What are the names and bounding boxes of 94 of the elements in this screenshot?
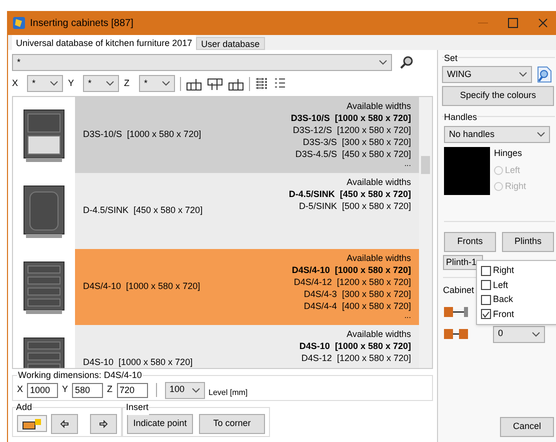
chevron-down-icon — [379, 60, 387, 65]
cabinet-gap-icon — [443, 328, 469, 340]
width-option: D-5/SINK [500 x 580 x 720] — [298, 200, 411, 212]
cancel-button[interactable]: Cancel — [500, 417, 554, 437]
more-text: ... — [404, 312, 411, 320]
arrow-left-icon — [60, 420, 69, 428]
chevron-down-icon — [106, 81, 114, 86]
list-row[interactable]: D3S-10/S [1000 x 580 x 720] Available widths D3S-10/S [1000 x 580 x 720] D3S-12/S [1200 x 580 x 720] D3S-3/S [300 x 580 x 720] D3S-4.5/S [450 x 580 x 720] ... — [75, 97, 419, 173]
hinges-label: Hinges — [494, 147, 524, 160]
chevron-down-icon — [537, 132, 545, 137]
list-row[interactable]: D4S-10 [1000 x 580 x 720] Available widths D4S-10 [1000 x 580 x 720] D4S-12 [1200 x 580 x 720] — [75, 325, 419, 368]
handle-preview — [444, 147, 490, 195]
level-label: Level [mm] — [208, 386, 248, 398]
width-option: D4S/4-12 [1200 x 580 x 720] — [294, 276, 411, 288]
cabinet-side-icon — [443, 306, 469, 318]
cabinet-dropdown[interactable]: 0 — [493, 326, 545, 342]
widths-heading: Available widths — [346, 328, 411, 340]
panel-button[interactable]: Fronts — [444, 232, 496, 252]
menu-item[interactable]: Front — [481, 308, 556, 321]
widths-heading: Available widths — [346, 100, 411, 112]
axis-label: Z — [124, 76, 130, 90]
insert-button[interactable]: Indicate point — [127, 414, 193, 434]
chevron-down-icon — [532, 332, 540, 336]
layout-view-icon[interactable] — [228, 76, 244, 90]
maximize-icon[interactable] — [508, 18, 518, 28]
radio-label: Left — [505, 164, 520, 176]
layout-view-icon[interactable] — [207, 76, 223, 90]
chevron-down-icon — [192, 388, 200, 392]
axis-label: X — [12, 76, 20, 90]
filter-dropdown[interactable]: * — [12, 54, 392, 71]
width-option: D4S/4-4 [400 x 580 x 720] — [304, 300, 411, 312]
axis-label: Y — [68, 76, 76, 90]
panel-button[interactable]: Plinths — [502, 232, 554, 252]
scrollbar[interactable] — [419, 97, 432, 368]
checkbox[interactable] — [481, 309, 491, 320]
group-title: Working dimensions: D4S/4-10 — [17, 369, 143, 382]
width-option: D-4.5/SINK [450 x 580 x 720] — [288, 188, 411, 200]
level-dropdown[interactable]: 100 — [164, 382, 205, 398]
width-option: D4S-10 [1000 x 580 x 720] — [299, 340, 411, 352]
add-cabinet-button[interactable] — [17, 415, 47, 432]
arrow-left-button[interactable] — [51, 414, 78, 434]
handles-dropdown[interactable]: No handles — [444, 126, 550, 143]
chevron-down-icon — [519, 72, 527, 77]
axis-dropdown[interactable]: * — [83, 75, 119, 92]
width-option: D4S-12 [1200 x 580 x 720] — [301, 352, 411, 364]
axis-label: X — [17, 383, 24, 396]
axis-dropdown[interactable]: * — [139, 75, 175, 92]
list-row[interactable]: D4S/4-10 [1000 x 580 x 720] Available widths D4S/4-10 [1000 x 580 x 720] D4S/4-12 [1200 x 580 x 720] D4S/4-3 [300 x 580 x 720] D4S/4-4 [400 x 580 x 720] ... — [75, 249, 419, 325]
checkbox[interactable] — [481, 294, 491, 305]
menu-item[interactable]: Right — [481, 264, 556, 278]
tab[interactable]: User database — [196, 37, 265, 50]
chevron-down-icon — [50, 81, 58, 86]
layout-view-icon[interactable] — [186, 76, 202, 90]
axis-dropdown[interactable]: * — [27, 75, 63, 92]
widths-heading: Available widths — [346, 252, 411, 264]
width-option: D4S/4-10 [1000 x 580 x 720] — [292, 264, 411, 276]
width-option: D3S-3/S [300 x 580 x 720] — [302, 136, 411, 148]
radio-label: Right — [505, 180, 526, 193]
search-icon[interactable] — [400, 56, 413, 69]
grid-view-icon[interactable] — [255, 76, 269, 90]
width-option: D4S/4-3 [300 x 580 x 720] — [304, 288, 411, 300]
dimension-field[interactable]: 720 — [116, 382, 148, 398]
arrow-right-icon — [99, 420, 108, 428]
checkbox[interactable] — [481, 266, 491, 276]
cabinet-name: D4S-10 [1000 x 580 x 720] — [83, 356, 193, 368]
list-view-icon[interactable] — [274, 76, 286, 90]
widths-heading: Available widths — [346, 176, 411, 188]
cabinet-name: D-4.5/SINK [450 x 580 x 720] — [83, 204, 203, 218]
width-option: D3S-12/S [1200 x 580 x 720] — [292, 124, 411, 136]
cabinet-name: D4S/4-10 [1000 x 580 x 720] — [83, 280, 200, 294]
axis-label: Z — [107, 383, 113, 396]
dimension-field[interactable]: 1000 — [27, 382, 58, 398]
axis-label: Y — [62, 383, 68, 396]
set-dropdown[interactable]: WING — [442, 66, 532, 83]
tab[interactable]: Universal database of kitchen furniture 2017 — [12, 35, 196, 50]
specify-colours-button[interactable]: Specify the colours — [442, 86, 554, 106]
menu-item[interactable]: Left — [481, 278, 556, 292]
width-option: D3S-4.5/S [450 x 580 x 720] — [295, 148, 411, 160]
document-search-icon[interactable] — [536, 66, 552, 83]
checkbox[interactable] — [481, 280, 491, 290]
width-option: D3S-10/S [1000 x 580 x 720] — [290, 112, 411, 124]
dimension-field[interactable]: 580 — [72, 382, 104, 398]
group-title: Cabinet — [443, 284, 474, 297]
menu-item[interactable]: Back — [481, 293, 556, 306]
group-title: Insert — [126, 401, 149, 414]
more-text: ... — [404, 160, 411, 168]
window-title: Inserting cabinets [887] — [30, 16, 134, 30]
chevron-down-icon — [162, 81, 170, 86]
cabinet-name: D3S-10/S [1000 x 580 x 720] — [83, 128, 202, 142]
arrow-right-button[interactable] — [90, 414, 117, 434]
insert-button[interactable]: To corner — [199, 414, 265, 434]
app-logo-icon — [12, 16, 26, 30]
list-row[interactable]: D-4.5/SINK [450 x 580 x 720] Available widths D-4.5/SINK [450 x 580 x 720] D-5/SINK [500 x 580 x 720] — [75, 173, 419, 249]
close-icon[interactable] — [538, 18, 548, 28]
